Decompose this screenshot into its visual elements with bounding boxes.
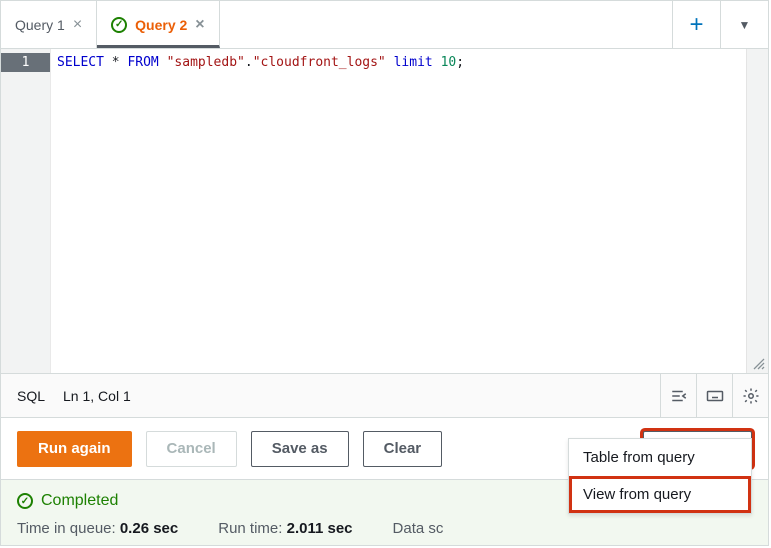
menu-table-from-query[interactable]: Table from query [569,439,751,476]
tab-menu-button[interactable]: ▼ [720,1,768,48]
editor-status-bar: SQL Ln 1, Col 1 [1,373,768,417]
queue-time: Time in queue: 0.26 sec [17,520,178,537]
data-scanned: Data sc [393,520,444,537]
line-gutter: 1 [1,49,51,373]
line-number: 1 [1,53,50,72]
results-meta: Time in queue: 0.26 sec Run time: 2.011 … [17,520,752,537]
keyboard-icon[interactable] [696,374,732,417]
close-icon[interactable]: × [73,17,82,33]
run-again-button[interactable]: Run again [17,431,132,467]
clear-button[interactable]: Clear [363,431,443,467]
tab-bar: Query 1 × Query 2 × + ▼ [1,1,768,49]
language-label: SQL [17,388,45,404]
check-icon [17,493,33,509]
code-area[interactable]: SELECT * FROM "sampledb"."cloudfront_log… [51,49,768,373]
close-icon[interactable]: × [195,17,204,33]
create-dropdown: Table from query View from query [568,438,752,514]
new-tab-button[interactable]: + [672,1,720,48]
menu-view-from-query[interactable]: View from query [569,476,751,513]
sql-editor[interactable]: 1 SELECT * FROM "sampledb"."cloudfront_l… [1,49,768,373]
run-time: Run time: 2.011 sec [218,520,352,537]
status-text: Completed [41,492,118,510]
tab-query-2[interactable]: Query 2 × [97,1,219,48]
tab-label: Query 2 [135,17,187,33]
cursor-position: Ln 1, Col 1 [63,388,131,404]
format-icon[interactable] [660,374,696,417]
resize-handle-icon[interactable] [752,357,766,371]
scrollbar[interactable] [746,49,768,373]
tab-query-1[interactable]: Query 1 × [1,1,97,48]
check-icon [111,17,127,33]
settings-icon[interactable] [732,374,768,417]
cancel-button: Cancel [146,431,237,467]
tab-label: Query 1 [15,17,65,33]
save-as-button[interactable]: Save as [251,431,349,467]
